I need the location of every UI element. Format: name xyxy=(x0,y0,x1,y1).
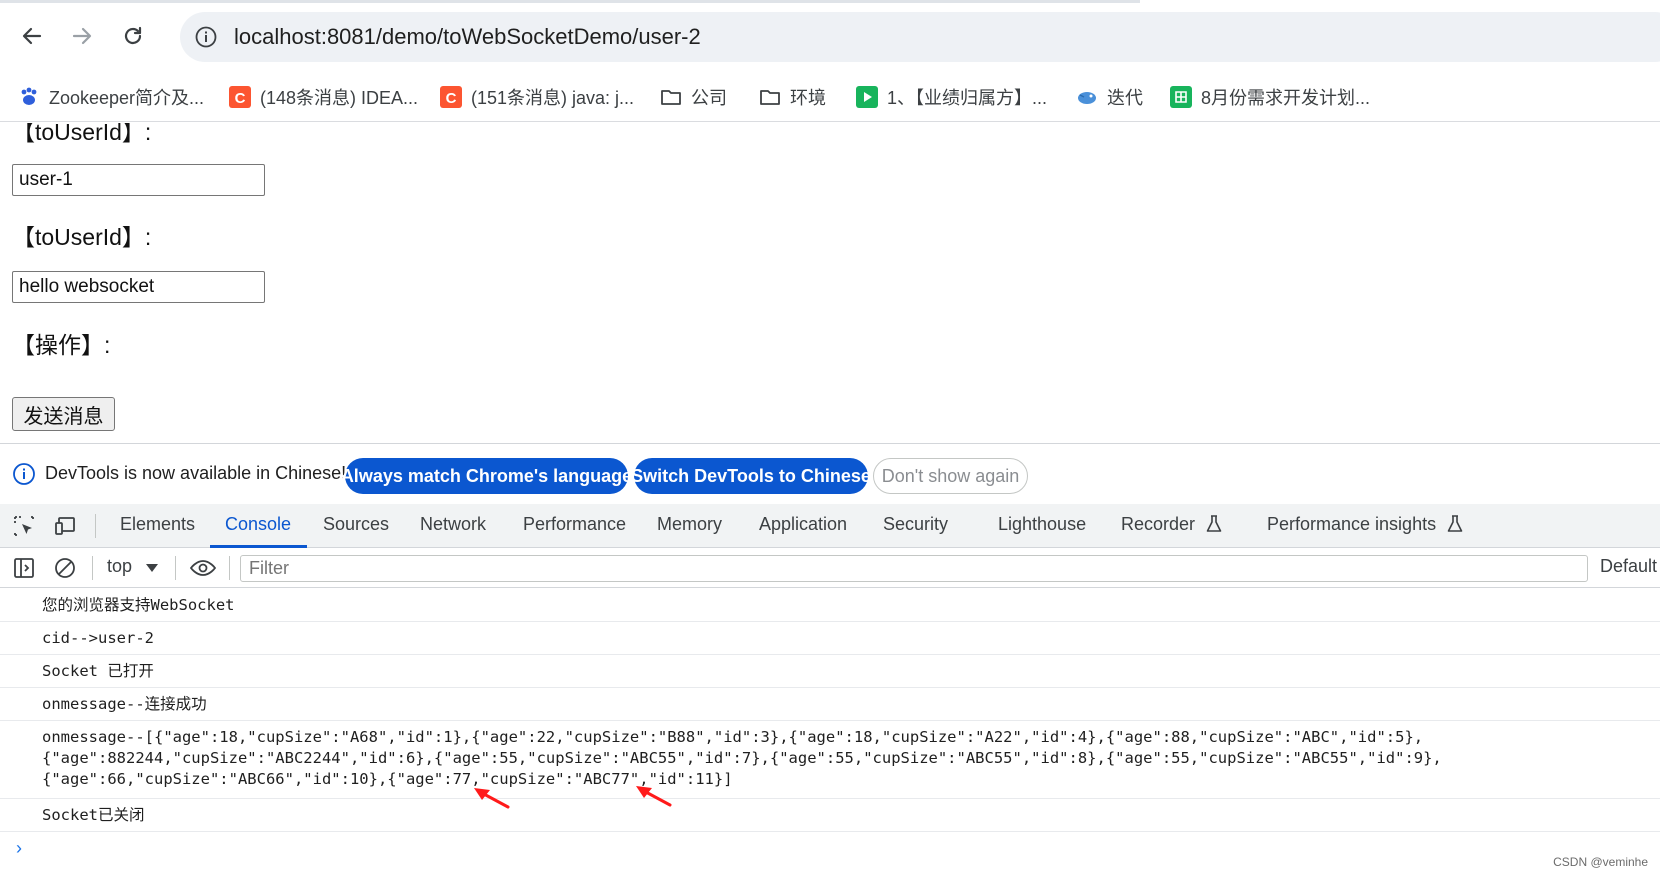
always-match-language-button[interactable]: Always match Chrome's language xyxy=(341,458,632,494)
devtools-panel: DevTools is now available in Chinese! Al… xyxy=(0,443,1660,879)
console-toolbar: top Default levels xyxy=(0,548,1660,588)
language-infobar: DevTools is now available in Chinese! Al… xyxy=(0,444,1660,504)
console-log-json-line: onmessage--[{"age":18,"cupSize":"A68","i… xyxy=(0,721,1660,799)
bird-icon xyxy=(1076,86,1098,108)
to-user-id-input[interactable] xyxy=(12,164,265,196)
address-url[interactable]: localhost:8081/demo/toWebSocketDemo/user… xyxy=(234,24,701,50)
browser-toolbar: localhost:8081/demo/toWebSocketDemo/user… xyxy=(0,0,1660,70)
console-log-line: 您的浏览器支持WebSocket xyxy=(0,589,1660,622)
tab-recorder-label: Recorder xyxy=(1121,514,1196,534)
bookmark-folder[interactable]: 公司 xyxy=(660,82,727,112)
annotation-arrow-icon xyxy=(474,788,510,809)
bookmark-label: (151条消息) java: j... xyxy=(471,88,635,108)
csdn-icon: C xyxy=(229,86,251,108)
switch-devtools-chinese-button[interactable]: Switch DevTools to Chinese xyxy=(631,458,871,494)
tab-memory[interactable]: Memory xyxy=(657,514,722,548)
tab-recorder[interactable]: Recorder xyxy=(1121,514,1222,548)
device-toolbar-icon[interactable] xyxy=(54,514,78,538)
sheet-icon xyxy=(1170,86,1192,108)
bookmark-item[interactable]: 1、【业绩归属方】... xyxy=(856,82,1047,112)
video-play-icon xyxy=(856,86,878,108)
bookmark-item[interactable]: C (151条消息) java: j... xyxy=(440,82,634,112)
page-content: 【toUserId】: 【toUserId】: 【操作】: 发送消息 xyxy=(0,123,1660,443)
watermark: CSDN @veminhe xyxy=(1553,855,1648,869)
bookmark-label: 1、【业绩归属方】... xyxy=(887,88,1048,108)
label-action: 【操作】: xyxy=(12,332,111,358)
reload-button[interactable] xyxy=(115,18,151,54)
tab-performance-insights[interactable]: Performance insights xyxy=(1267,514,1463,548)
console-log-line: Socket已关闭 xyxy=(0,799,1660,832)
context-selector[interactable]: top xyxy=(107,556,132,577)
bookmark-folder[interactable]: 环境 xyxy=(759,82,826,112)
csdn-icon: C xyxy=(440,86,462,108)
toolbar-divider xyxy=(229,556,230,580)
label-message: 【toUserId】: xyxy=(12,224,152,250)
experiment-flask-icon xyxy=(1206,515,1222,532)
label-to-user-id: 【toUserId】: xyxy=(12,123,152,145)
infobar-message: DevTools is now available in Chinese! xyxy=(45,463,347,483)
bookmark-label: 公司 xyxy=(691,88,727,108)
tab-performance[interactable]: Performance xyxy=(523,514,626,548)
dont-show-again-button[interactable]: Don't show again xyxy=(873,458,1028,494)
toolbar-divider xyxy=(92,556,93,580)
inspect-element-icon[interactable] xyxy=(12,514,36,538)
devtools-tabbar: Elements Console Sources Network Perform… xyxy=(0,504,1660,548)
svg-text:C: C xyxy=(235,90,246,107)
back-button[interactable] xyxy=(14,18,50,54)
bookmark-label: 8月份需求开发计划... xyxy=(1201,88,1371,108)
console-output: 您的浏览器支持WebSocket cid-->user-2 Socket 已打开… xyxy=(0,589,1660,879)
send-message-button[interactable]: 发送消息 xyxy=(12,397,115,431)
folder-icon xyxy=(759,86,781,108)
console-filter-input[interactable] xyxy=(240,555,1588,582)
tab-network[interactable]: Network xyxy=(420,514,486,548)
console-prompt-chevron-icon[interactable]: › xyxy=(16,838,22,859)
chevron-down-icon[interactable] xyxy=(146,564,158,572)
bookmark-label: 迭代 xyxy=(1107,88,1143,108)
forward-button[interactable] xyxy=(64,18,100,54)
live-expression-eye-icon[interactable] xyxy=(189,556,217,580)
tabbar-divider xyxy=(95,514,96,538)
clear-console-icon[interactable] xyxy=(53,556,77,580)
tab-elements[interactable]: Elements xyxy=(120,514,195,548)
site-info-icon[interactable] xyxy=(194,25,218,49)
bookmark-label: 环境 xyxy=(790,88,826,108)
back-arrow-icon xyxy=(22,27,42,45)
experiment-flask-icon xyxy=(1447,515,1463,532)
tab-sources[interactable]: Sources xyxy=(323,514,389,548)
folder-icon xyxy=(660,86,682,108)
bookmark-item[interactable]: 迭代 xyxy=(1076,82,1143,112)
bookmarks-bar: Zookeeper简介及... C (148条消息) IDEA... C (15… xyxy=(0,72,1660,122)
bookmark-item[interactable]: 8月份需求开发计划... xyxy=(1170,82,1370,112)
bookmark-item[interactable]: C (148条消息) IDEA... xyxy=(229,82,418,112)
baidu-paw-icon xyxy=(18,86,40,108)
tab-console[interactable]: Console xyxy=(225,514,291,548)
console-log-line: cid-->user-2 xyxy=(0,622,1660,655)
sidebar-toggle-icon[interactable] xyxy=(12,556,36,580)
info-icon xyxy=(13,463,35,485)
address-bar[interactable]: localhost:8081/demo/toWebSocketDemo/user… xyxy=(180,12,1660,62)
tab-lighthouse[interactable]: Lighthouse xyxy=(998,514,1086,548)
tab-application[interactable]: Application xyxy=(759,514,847,548)
console-log-line: Socket 已打开 xyxy=(0,655,1660,688)
forward-arrow-icon xyxy=(72,27,92,45)
tab-performance-insights-label: Performance insights xyxy=(1267,514,1437,534)
annotation-arrow-icon xyxy=(636,786,672,807)
reload-icon xyxy=(124,26,142,45)
tab-security[interactable]: Security xyxy=(883,514,948,548)
message-input[interactable] xyxy=(12,271,265,303)
bookmark-label: (148条消息) IDEA... xyxy=(260,88,419,108)
toolbar-divider xyxy=(175,556,176,580)
console-log-line: onmessage--连接成功 xyxy=(0,688,1660,721)
svg-text:C: C xyxy=(446,90,457,107)
log-levels-dropdown[interactable]: Default levels xyxy=(1600,556,1660,577)
bookmark-label: Zookeeper简介及... xyxy=(49,88,205,108)
bookmark-item[interactable]: Zookeeper简介及... xyxy=(18,82,204,112)
